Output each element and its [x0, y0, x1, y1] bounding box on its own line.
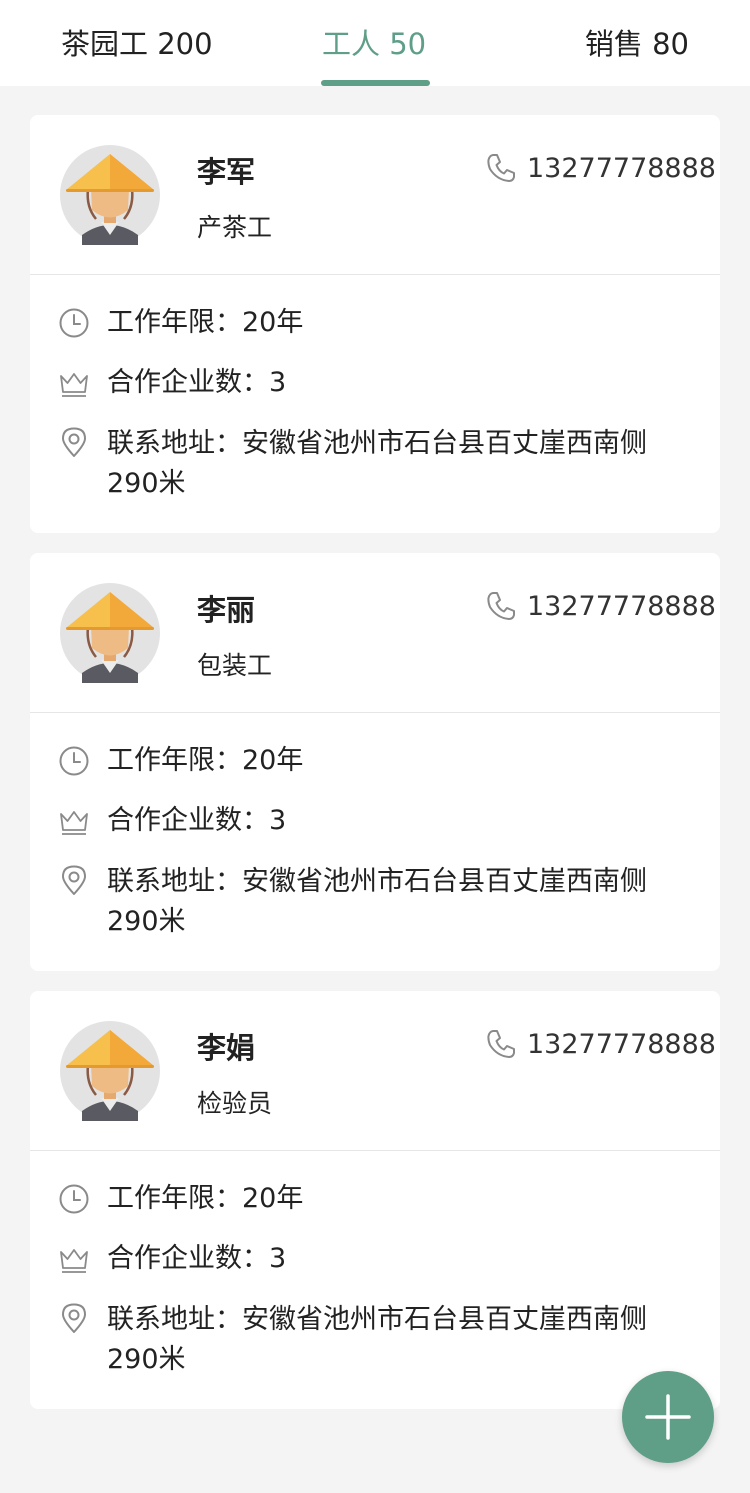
phone-icon[interactable] — [485, 152, 517, 184]
worker-name: 李丽 — [197, 593, 256, 627]
card-divider — [30, 1150, 720, 1151]
clock-icon — [59, 308, 89, 338]
plus-icon — [645, 1394, 691, 1440]
worker-card[interactable]: 李军 产茶工 13277778888 工作年限：20年 合作企业数：3 联系地址… — [30, 115, 720, 533]
contact-address: 联系地址：安徽省池州市石台县百丈崖西南侧290米 — [107, 428, 647, 499]
phone-number[interactable]: 13277778888 — [527, 1027, 716, 1063]
phone-number[interactable]: 13277778888 — [527, 151, 716, 187]
worker-role: 产茶工 — [197, 213, 273, 242]
clock-icon — [59, 746, 89, 776]
farmer-avatar-icon — [60, 1021, 160, 1121]
contact-address: 联系地址：安徽省池州市石台县百丈崖西南侧290米 — [107, 866, 647, 937]
worker-card[interactable]: 李丽 包装工 13277778888 工作年限：20年 合作企业数：3 联系地址… — [30, 553, 720, 971]
worker-card[interactable]: 李娟 检验员 13277778888 工作年限：20年 合作企业数：3 联系地址… — [30, 991, 720, 1409]
crown-icon — [60, 1249, 88, 1273]
clock-icon — [59, 1184, 89, 1214]
work-years: 工作年限：20年 — [107, 307, 304, 338]
tab-workers[interactable]: 工人 50 — [322, 22, 426, 66]
farmer-avatar-icon — [60, 583, 160, 683]
partner-companies: 合作企业数：3 — [107, 1243, 287, 1274]
phone-icon[interactable] — [485, 1028, 517, 1060]
phone-number[interactable]: 13277778888 — [527, 589, 716, 625]
location-pin-icon — [62, 427, 86, 457]
crown-icon — [60, 373, 88, 397]
tab-bar: 茶园工 200 工人 50 销售 80 — [0, 0, 750, 86]
work-years: 工作年限：20年 — [107, 745, 304, 776]
worker-role: 检验员 — [197, 1089, 273, 1118]
partner-companies: 合作企业数：3 — [107, 805, 287, 836]
tab-tea-garden-workers[interactable]: 茶园工 200 — [61, 22, 213, 66]
worker-role: 包装工 — [197, 651, 273, 680]
worker-name: 李军 — [197, 155, 256, 189]
work-years: 工作年限：20年 — [107, 1183, 304, 1214]
active-tab-indicator — [321, 80, 430, 86]
add-worker-button[interactable] — [622, 1371, 714, 1463]
contact-address: 联系地址：安徽省池州市石台县百丈崖西南侧290米 — [107, 1304, 647, 1375]
phone-icon[interactable] — [485, 590, 517, 622]
worker-name: 李娟 — [197, 1031, 256, 1065]
location-pin-icon — [62, 865, 86, 895]
crown-icon — [60, 811, 88, 835]
farmer-avatar-icon — [60, 145, 160, 245]
card-divider — [30, 712, 720, 713]
location-pin-icon — [62, 1303, 86, 1333]
partner-companies: 合作企业数：3 — [107, 367, 287, 398]
tab-sales[interactable]: 销售 80 — [585, 22, 689, 66]
card-divider — [30, 274, 720, 275]
